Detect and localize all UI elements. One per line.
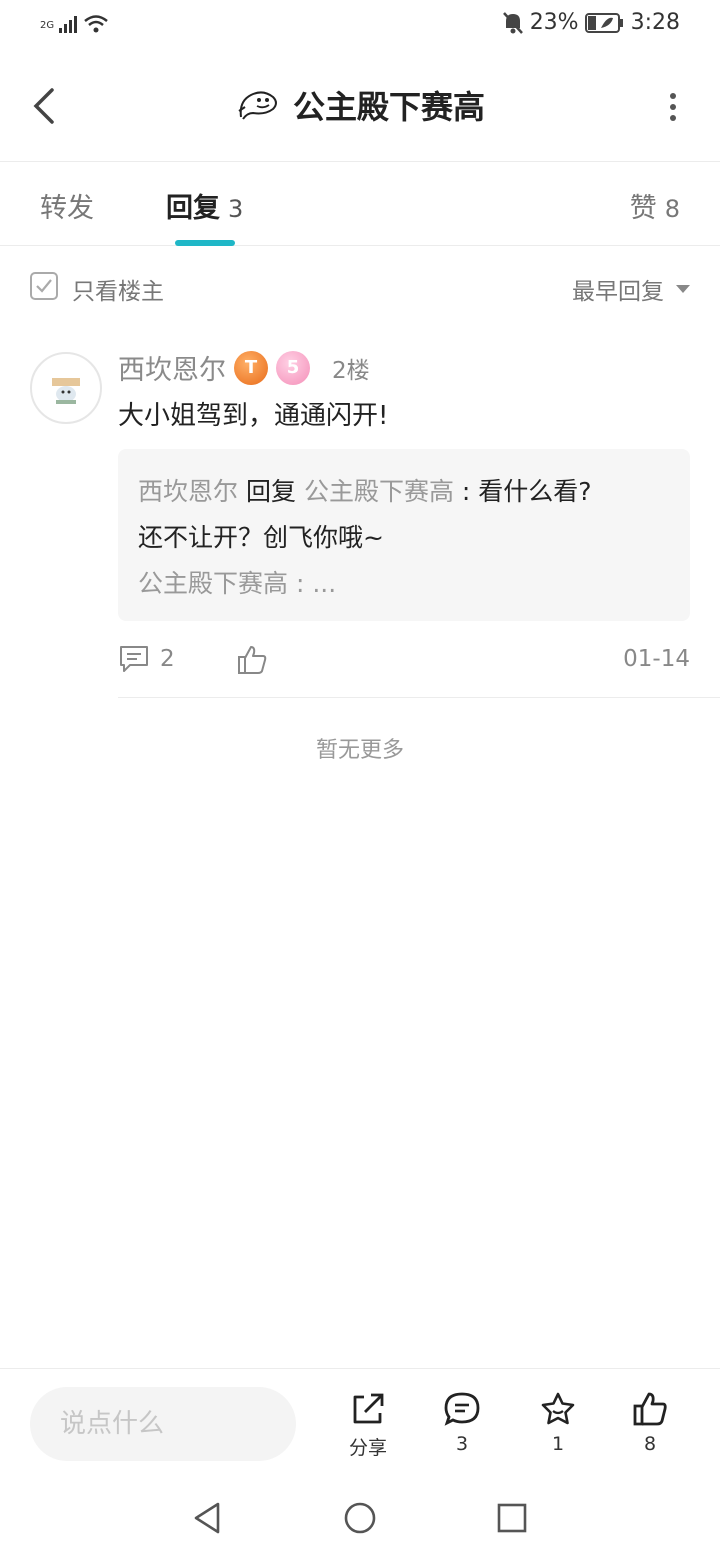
tab-replies-count: 3 xyxy=(228,195,244,223)
sub-reply-word: 回复 xyxy=(245,477,296,506)
system-nav-bar xyxy=(0,1476,720,1560)
sub-reply-text-a: : 看什么看? xyxy=(453,477,592,506)
reply-content: 大小姐驾到，通通闪开! xyxy=(118,401,389,431)
level-badge-number: 5 xyxy=(286,357,300,378)
sub-reply-second-text: : ... xyxy=(288,569,337,598)
sub-reply-author[interactable]: 西坎恩尔 xyxy=(138,477,238,506)
sub-reply-second-author[interactable]: 公主殿下赛高 xyxy=(138,569,288,598)
bottom-like-count: 8 xyxy=(643,1433,657,1455)
sort-dropdown[interactable]: 最早回复 xyxy=(572,272,690,306)
more-options-button[interactable] xyxy=(666,92,680,122)
comment-icon xyxy=(120,646,148,672)
author-avatar[interactable] xyxy=(30,352,102,424)
sub-reply-text-b: 还不让开？创飞你哦~ xyxy=(138,523,384,552)
floor-number: 2楼 xyxy=(332,357,370,384)
sort-label: 最早回复 xyxy=(572,279,664,305)
reply-actions: 2 01-14 xyxy=(118,640,690,684)
divider xyxy=(118,697,720,698)
nav-recents-icon[interactable] xyxy=(496,1502,528,1534)
caret-down-icon xyxy=(676,285,690,293)
nav-home-icon[interactable] xyxy=(342,1500,378,1536)
tab-likes-label: 赞 xyxy=(629,193,657,224)
comment-button[interactable]: 2 xyxy=(118,644,175,674)
more-vertical-icon xyxy=(670,93,676,121)
comment-count: 2 xyxy=(160,646,175,672)
check-icon xyxy=(36,279,52,293)
signal-icon xyxy=(59,16,78,33)
tab-replies[interactable]: 回复 3 xyxy=(166,186,243,225)
member-badge-icon: T xyxy=(234,350,268,385)
tab-repost[interactable]: 转发 xyxy=(40,186,94,225)
no-more-label: 暂无更多 xyxy=(315,738,404,763)
reply-date: 01-14 xyxy=(623,646,690,672)
sub-reply-line: 西坎恩尔 回复 公主殿下赛高 : 看什么看? xyxy=(138,469,670,515)
thumbs-up-icon xyxy=(238,646,267,674)
sub-reply-box[interactable]: 西坎恩尔 回复 公主殿下赛高 : 看什么看? 还不让开？创飞你哦~ 公主殿下赛高… xyxy=(118,449,690,621)
share-button[interactable]: 分享 xyxy=(328,1391,408,1460)
tab-replies-label: 回复 xyxy=(166,193,220,224)
sub-reply-second: 公主殿下赛高 : ... xyxy=(138,561,670,607)
mute-bell-icon xyxy=(502,11,523,34)
page-title: 公主殿下赛高 xyxy=(292,88,485,126)
comment-input[interactable]: 说点什么 xyxy=(30,1387,296,1461)
battery-icon xyxy=(584,12,623,33)
tab-bar: 转发 回复 3 赞8 xyxy=(0,162,720,246)
bottom-comment-button[interactable]: 3 xyxy=(422,1391,502,1455)
bottom-action-bar: 说点什么 分享 3 1 8 xyxy=(0,1368,720,1476)
comment-bubble-icon xyxy=(444,1392,480,1426)
clock: 3:28 xyxy=(630,10,680,35)
wifi-icon xyxy=(83,15,108,33)
status-bar: 2G 23% 3:28 xyxy=(0,0,720,52)
top-app-bar: 公主殿下赛高 xyxy=(0,52,720,162)
like-button[interactable] xyxy=(236,644,268,680)
thumbs-up-bold-icon xyxy=(633,1392,667,1426)
bottom-comment-count: 3 xyxy=(455,1433,469,1455)
member-badge-letter: T xyxy=(244,357,258,378)
meme-avatar-icon xyxy=(238,91,277,120)
sub-reply-target[interactable]: 公主殿下赛高 xyxy=(304,477,454,506)
author-row: 西坎恩尔 T 5 2楼 xyxy=(118,348,370,387)
author-name[interactable]: 西坎恩尔 xyxy=(118,348,226,387)
bottom-like-button[interactable]: 8 xyxy=(610,1391,690,1455)
battery-percent: 23% xyxy=(529,10,579,35)
comment-input-placeholder: 说点什么 xyxy=(60,1409,165,1439)
title-group: 公主殿下赛高 xyxy=(0,82,720,128)
only-op-label[interactable]: 只看楼主 xyxy=(72,272,164,306)
tab-likes[interactable]: 赞8 xyxy=(630,186,680,225)
star-icon xyxy=(541,1392,575,1425)
avatar-image xyxy=(52,378,80,404)
status-right: 23% 3:28 xyxy=(502,10,680,35)
filter-row: 只看楼主 最早回复 xyxy=(0,246,720,326)
only-op-checkbox[interactable] xyxy=(30,272,58,300)
share-label: 分享 xyxy=(348,1437,387,1459)
share-icon xyxy=(353,1393,384,1424)
level-badge-icon: 5 xyxy=(276,350,310,385)
favorite-button[interactable]: 1 xyxy=(518,1391,598,1455)
nav-back-icon[interactable] xyxy=(190,1500,224,1536)
tab-likes-count: 8 xyxy=(664,195,680,223)
network-indicator: 2G xyxy=(40,14,109,34)
tab-repost-label: 转发 xyxy=(40,193,94,224)
favorite-count: 1 xyxy=(551,1433,565,1455)
network-type: 2G xyxy=(40,20,55,31)
